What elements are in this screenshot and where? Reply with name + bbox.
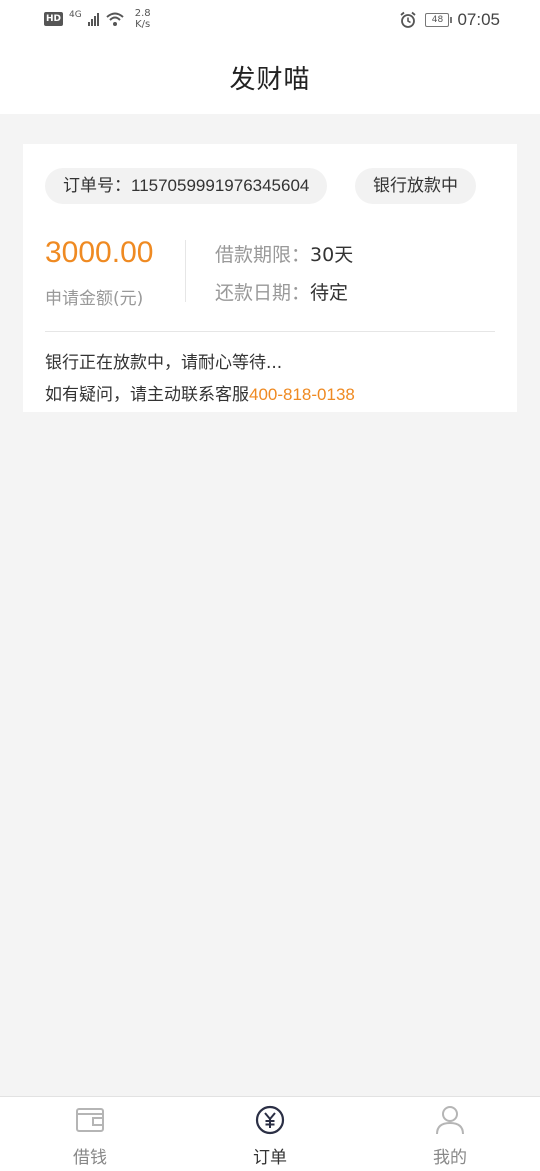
repay-date-label: 还款日期：	[215, 282, 311, 304]
wallet-icon	[76, 1108, 104, 1132]
loan-term-label: 借款期限：	[215, 244, 311, 266]
loan-term-value: 30天	[310, 244, 354, 266]
person-icon	[436, 1106, 464, 1135]
contact-text: 如有疑问，请主动联系客服	[45, 385, 249, 405]
hd-badge: HD	[44, 12, 64, 26]
speed-unit: K/s	[135, 19, 151, 30]
horizontal-divider	[45, 331, 495, 332]
contact-line: 如有疑问，请主动联系客服400-818-0138	[45, 380, 355, 405]
status-time: 07:05	[457, 10, 500, 29]
network-speed: 2.8 K/s	[135, 8, 151, 30]
page-title: 发财喵	[229, 64, 311, 95]
network-type: 4G	[69, 10, 82, 20]
order-number: 1157059991976345604	[131, 176, 310, 195]
yen-icon	[255, 1105, 285, 1135]
app-header: 发财喵	[0, 40, 540, 114]
order-number-label: 订单号：	[63, 176, 131, 196]
loan-amount-label: 申请金额(元)	[45, 289, 144, 309]
order-status-badge: 银行放款中	[355, 168, 476, 204]
alarm-icon	[400, 11, 417, 28]
tab-orders-label: 订单	[253, 1148, 287, 1168]
loan-amount: 3000.00	[45, 236, 154, 269]
repay-date-value: 待定	[310, 282, 349, 304]
tab-mine[interactable]: 我的	[360, 1097, 540, 1171]
battery-icon: 48	[425, 13, 453, 27]
order-card[interactable]: 订单号：1157059991976345604 银行放款中 3000.00 申请…	[23, 144, 517, 412]
loan-term-row: 借款期限：30天	[215, 240, 353, 267]
tab-orders[interactable]: 订单	[180, 1097, 360, 1171]
tab-borrow-label: 借钱	[73, 1148, 107, 1168]
speed-value: 2.8	[134, 8, 151, 19]
contact-phone-link[interactable]: 400-818-0138	[249, 385, 355, 404]
repay-date-row: 还款日期：待定	[215, 278, 348, 305]
status-right: 48 07:05	[399, 10, 500, 30]
disbursement-notice: 银行正在放款中，请耐心等待...	[45, 353, 283, 373]
wifi-icon	[106, 12, 124, 26]
status-left: HD 4G 2.8 K/s	[44, 8, 151, 30]
vertical-divider	[185, 240, 186, 302]
status-bar: HD 4G 2.8 K/s 48 07:05	[0, 0, 540, 40]
tab-borrow[interactable]: 借钱	[0, 1097, 180, 1171]
order-number-pill: 订单号：1157059991976345604	[45, 168, 328, 204]
signal-icon	[87, 12, 99, 26]
bottom-tab-bar: 借钱 订单 我的	[0, 1096, 540, 1171]
tab-mine-label: 我的	[433, 1148, 467, 1168]
